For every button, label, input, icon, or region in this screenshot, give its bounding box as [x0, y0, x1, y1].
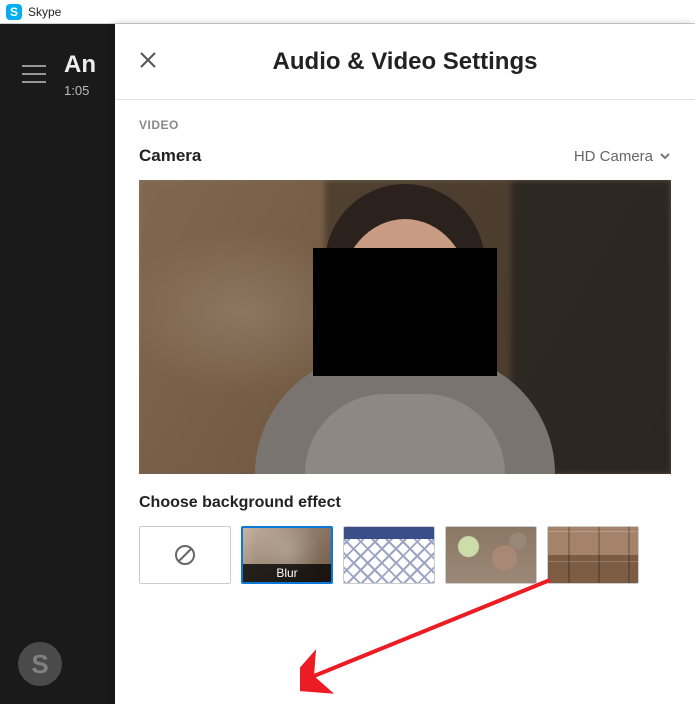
close-icon: [139, 51, 157, 69]
menu-icon[interactable]: [22, 65, 46, 83]
effect-blur[interactable]: Blur: [241, 526, 333, 584]
contact-name: An: [64, 51, 96, 79]
skype-logo-icon: S: [6, 4, 22, 20]
background-effects-row: Blur: [139, 526, 671, 584]
camera-row: Camera HD Camera: [139, 146, 671, 166]
camera-select[interactable]: HD Camera: [574, 148, 671, 165]
skype-watermark-icon: S: [18, 642, 62, 686]
prohibit-icon: [173, 543, 197, 567]
face-redaction: [313, 248, 497, 376]
effect-background-2[interactable]: [343, 526, 435, 584]
camera-selected-value: HD Camera: [574, 148, 653, 165]
effect-none[interactable]: [139, 526, 231, 584]
call-duration: 1:05: [64, 83, 96, 98]
video-section-label: VIDEO: [139, 118, 671, 132]
panel-body: VIDEO Camera HD Camera Choose background…: [115, 100, 695, 584]
camera-preview: [139, 180, 671, 474]
background-effect-label: Choose background effect: [139, 494, 671, 512]
effect-background-3[interactable]: [445, 526, 537, 584]
settings-panel: Audio & Video Settings VIDEO Camera HD C…: [115, 24, 695, 704]
close-button[interactable]: [139, 50, 179, 74]
effect-background-4[interactable]: [547, 526, 639, 584]
call-info: An 1:05: [64, 51, 96, 98]
camera-label: Camera: [139, 146, 201, 166]
panel-title: Audio & Video Settings: [179, 48, 631, 76]
effect-blur-label: Blur: [243, 564, 331, 582]
app-title: Skype: [28, 5, 61, 19]
call-topbar: An 1:05: [0, 44, 96, 104]
window-titlebar: S Skype: [0, 0, 695, 24]
chevron-down-icon: [659, 150, 671, 162]
panel-header: Audio & Video Settings: [115, 24, 695, 100]
